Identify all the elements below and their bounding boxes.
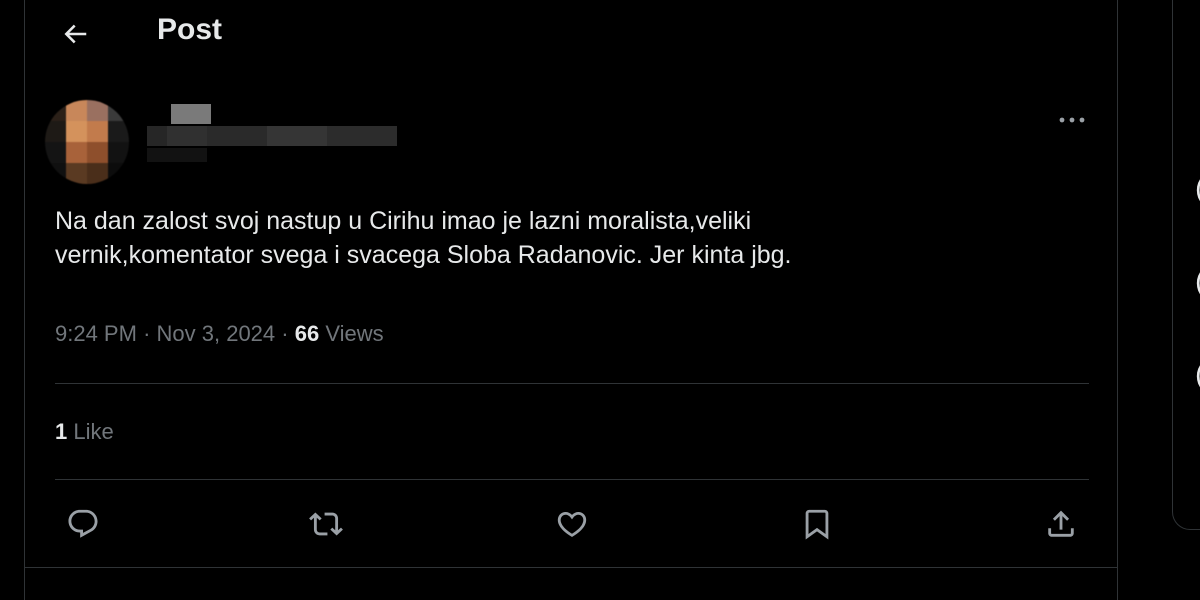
avatar-pixel xyxy=(66,100,87,121)
views-label: Views xyxy=(325,321,384,346)
retweet-icon xyxy=(309,512,343,536)
post-date[interactable]: Nov 3, 2024 xyxy=(157,321,276,346)
avatar-pixel xyxy=(108,142,129,163)
more-options-button[interactable] xyxy=(1055,108,1089,132)
avatar[interactable] xyxy=(45,100,129,184)
separator: · xyxy=(143,321,151,346)
like-button[interactable] xyxy=(548,496,596,552)
share-button[interactable] xyxy=(1037,496,1085,552)
avatar-pixel xyxy=(45,121,66,142)
page-title: Post xyxy=(157,13,223,46)
avatar-pixel xyxy=(45,142,66,163)
post-time[interactable]: 9:24 PM xyxy=(55,321,137,346)
avatar-pixel xyxy=(45,163,66,184)
post-text-line: vernik,komentator svega i svacega Sloba … xyxy=(55,241,792,269)
post-text: Na dan zalost svoj nastup u Cirihu imao … xyxy=(55,204,1075,272)
arrow-left-icon xyxy=(64,24,87,44)
repost-button[interactable] xyxy=(302,496,350,552)
avatar-pixel xyxy=(108,163,129,184)
sidebar-card: ( ( ( xyxy=(1172,0,1200,530)
reply-button[interactable] xyxy=(59,496,107,552)
like-icon xyxy=(557,511,587,537)
avatar-pixel xyxy=(66,163,87,184)
separator: · xyxy=(281,321,289,346)
more-icon xyxy=(1059,117,1085,123)
action-bar xyxy=(25,496,1117,552)
likes-stat[interactable]: 1 Like xyxy=(55,419,114,445)
sidebar-item-fragment[interactable]: ( xyxy=(1195,265,1200,299)
avatar-pixel xyxy=(66,142,87,163)
avatar-pixel xyxy=(87,142,108,163)
like-count: 1 xyxy=(55,419,68,444)
post-text-line: Na dan zalost svoj nastup u Cirihu imao … xyxy=(55,207,752,235)
avatar-pixel xyxy=(87,121,108,142)
bookmark-button[interactable] xyxy=(793,496,841,552)
divider xyxy=(55,383,1089,384)
divider xyxy=(25,567,1117,568)
sidebar-item-fragment[interactable]: ( xyxy=(1195,358,1200,392)
avatar-pixel xyxy=(87,163,108,184)
reply-icon xyxy=(68,509,98,538)
avatar-pixel xyxy=(108,100,129,121)
post-metadata: 9:24 PM · Nov 3, 2024 · 66 Views xyxy=(55,321,384,347)
like-label: Like xyxy=(73,419,114,444)
avatar-pixel xyxy=(45,100,66,121)
back-button[interactable] xyxy=(55,14,95,54)
bookmark-icon xyxy=(805,509,829,540)
avatar-pixel xyxy=(108,121,129,142)
divider xyxy=(55,479,1089,480)
post-column: Post Na dan zalost svoj nastup u Cirihu … xyxy=(24,0,1118,600)
header: Post xyxy=(25,0,1117,64)
avatar-pixel xyxy=(66,121,87,142)
sidebar-item-fragment[interactable]: ( xyxy=(1195,172,1200,206)
views-count: 66 xyxy=(294,321,320,346)
avatar-pixel xyxy=(87,100,108,121)
share-icon xyxy=(1048,510,1074,537)
